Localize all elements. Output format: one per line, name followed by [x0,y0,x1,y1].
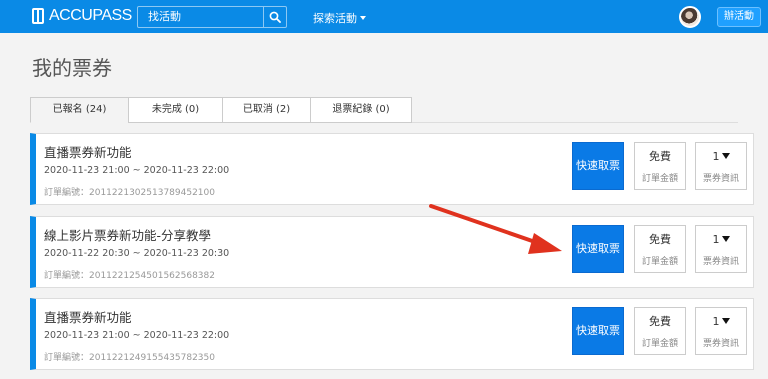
annotation-arrow-icon [429,204,562,254]
